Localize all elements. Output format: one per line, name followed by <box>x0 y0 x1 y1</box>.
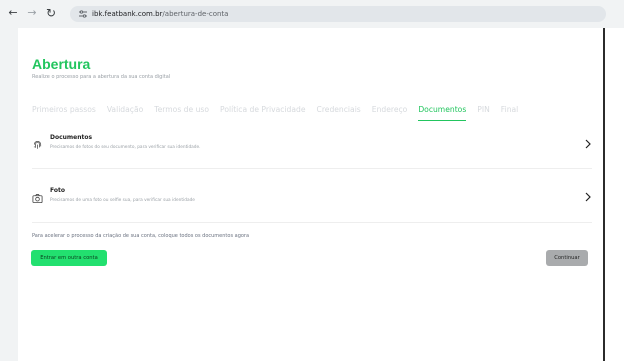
step-credenciais[interactable]: Credenciais <box>317 104 361 116</box>
page-content: Abertura Realize o processo para a abert… <box>18 28 604 361</box>
step-endereco[interactable]: Endereço <box>372 104 408 116</box>
foto-title: Foto <box>50 187 65 194</box>
url-path: /abertura-de-conta <box>162 10 229 18</box>
reload-icon[interactable]: ↻ <box>44 6 58 20</box>
stepper-tabs: Primeiros passos Validação Termos de uso… <box>32 104 529 121</box>
url-text: ibk.featbank.com.br/abertura-de-conta <box>92 8 228 20</box>
page-title: Abertura <box>32 56 91 72</box>
forward-arrow-icon[interactable]: → <box>25 6 39 20</box>
documentos-item[interactable]: Documentos Precisamos de fotos do seu do… <box>32 132 592 164</box>
continue-button[interactable]: Continuar <box>546 250 588 266</box>
documentos-title: Documentos <box>50 134 93 141</box>
camera-icon <box>32 194 43 204</box>
browser-toolbar: ← → ↻ ibk.featbank.com.br/abertura-de-co… <box>0 0 624 28</box>
site-settings-icon[interactable] <box>78 9 88 19</box>
chevron-right-icon[interactable] <box>584 138 592 150</box>
step-primeiros-passos[interactable]: Primeiros passos <box>32 104 96 116</box>
foto-item[interactable]: Foto Precisamos de uma foto ou selfie su… <box>32 185 592 217</box>
back-arrow-icon[interactable]: ← <box>6 6 20 20</box>
divider <box>32 168 592 169</box>
divider <box>32 222 592 223</box>
address-bar[interactable]: ibk.featbank.com.br/abertura-de-conta <box>70 6 606 22</box>
page-margin <box>605 28 624 361</box>
step-final[interactable]: Final <box>501 104 519 116</box>
step-termos-de-uso[interactable]: Termos de uso <box>154 104 209 116</box>
step-validacao[interactable]: Validação <box>107 104 143 116</box>
documentos-description: Precisamos de fotos do seu documento, pa… <box>50 145 201 150</box>
page-subtitle: Realize o processo para a abertura da su… <box>32 74 171 80</box>
foto-description: Precisamos de uma foto ou selfie sua, pa… <box>50 198 195 203</box>
step-pin[interactable]: PIN <box>477 104 490 116</box>
enter-other-account-button[interactable]: Entrar em outra conta <box>31 250 107 266</box>
info-note: Para acelerar o processo da criação de s… <box>32 233 250 239</box>
fingerprint-icon <box>33 141 42 149</box>
step-documentos[interactable]: Documentos <box>418 104 466 121</box>
url-host: ibk.featbank.com.br <box>92 10 163 18</box>
step-politica-de-privacidade[interactable]: Política de Privacidade <box>220 104 306 116</box>
chevron-right-icon[interactable] <box>584 191 592 203</box>
